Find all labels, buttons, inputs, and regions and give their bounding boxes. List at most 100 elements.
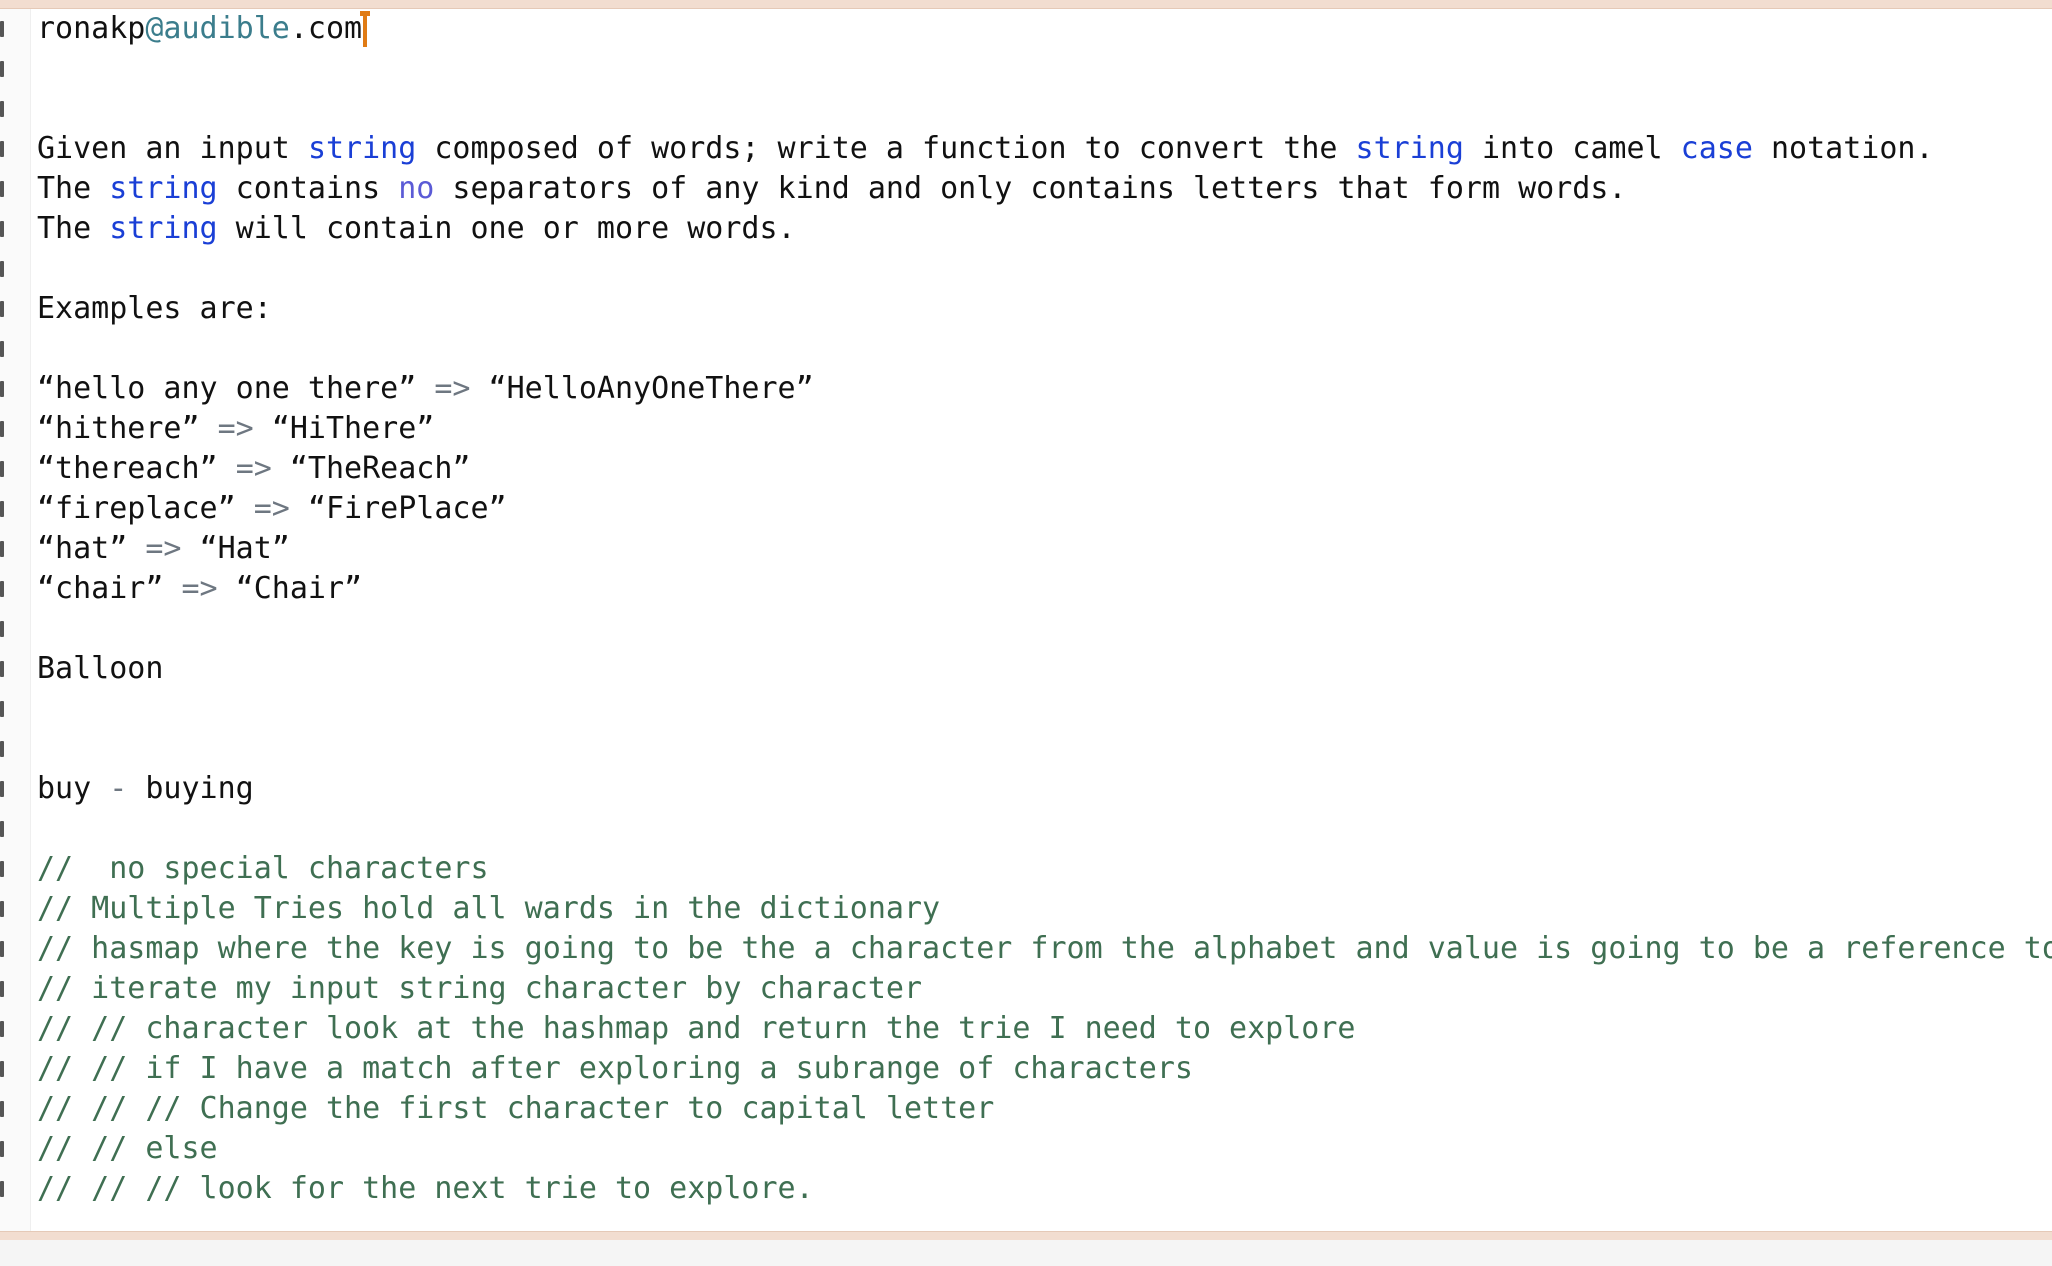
- editor-line-blank[interactable]: [37, 249, 2052, 289]
- gutter-tick: [0, 1101, 4, 1117]
- gutter-tick: [0, 741, 4, 757]
- comment-line[interactable]: // hasmap where the key is going to be t…: [37, 929, 2052, 969]
- editor-line-blank[interactable]: [37, 609, 2052, 649]
- comment-line[interactable]: // // if I have a match after exploring …: [37, 1049, 2052, 1089]
- buying-text: buying: [145, 771, 254, 806]
- text-segment: separators of any kind and only contains…: [434, 171, 1627, 206]
- text-cursor: [360, 10, 371, 47]
- example-input: “fireplace”: [37, 491, 236, 526]
- comment-line[interactable]: // no special characters: [37, 849, 2052, 889]
- example-output: “HiThere”: [271, 411, 435, 446]
- top-border: [0, 0, 2052, 9]
- arrow-operator: =>: [434, 371, 471, 406]
- editor-line-blank[interactable]: [37, 329, 2052, 369]
- gutter-tick: [0, 301, 4, 317]
- editor-line-blank[interactable]: [37, 689, 2052, 729]
- email-user: ronakp: [37, 11, 146, 46]
- editor-line[interactable]: ronakp@audible.com: [37, 9, 2052, 49]
- gutter-tick: [0, 421, 4, 437]
- editor-line-blank[interactable]: [37, 89, 2052, 129]
- gutter-tick: [0, 221, 4, 237]
- keyword: case: [1680, 131, 1753, 166]
- gutter-tick: [0, 261, 4, 277]
- code-area[interactable]: ronakp@audible.com Given an input string…: [37, 9, 2052, 1209]
- comment-line[interactable]: // iterate my input string character by …: [37, 969, 2052, 1009]
- gutter-tick: [0, 341, 4, 357]
- gutter-tick: [0, 1021, 4, 1037]
- text-segment: contains: [217, 171, 399, 206]
- example-input: “thereach”: [37, 451, 218, 486]
- balloon-text: Balloon: [37, 651, 164, 686]
- buy-text: buy: [37, 771, 92, 806]
- editor-line[interactable]: Balloon: [37, 649, 2052, 689]
- keyword: string: [109, 171, 218, 206]
- example-input: “hithere”: [37, 411, 200, 446]
- keyword: string: [307, 131, 417, 166]
- arrow-operator: =>: [253, 491, 290, 526]
- text-segment: will contain one or more words.: [217, 211, 796, 246]
- gutter-tick: [0, 541, 4, 557]
- example-line[interactable]: “chair” => “Chair”: [37, 569, 2052, 609]
- example-line[interactable]: “hello any one there” => “HelloAnyOneThe…: [37, 369, 2052, 409]
- example-output: “HelloAnyOneThere”: [488, 371, 814, 406]
- editor-line[interactable]: The string will contain one or more word…: [37, 209, 2052, 249]
- editor-line-blank[interactable]: [37, 729, 2052, 769]
- comment-line[interactable]: // // character look at the hashmap and …: [37, 1009, 2052, 1049]
- gutter-tick: [0, 61, 4, 77]
- example-input: “hello any one there”: [37, 371, 417, 406]
- text-segment: The: [37, 171, 110, 206]
- example-output: “Hat”: [199, 531, 290, 566]
- example-line[interactable]: “hithere” => “HiThere”: [37, 409, 2052, 449]
- editor-line-blank[interactable]: [37, 809, 2052, 849]
- gutter-tick: [0, 941, 4, 957]
- comment-line[interactable]: // // // Change the first character to c…: [37, 1089, 2052, 1129]
- arrow-operator: =>: [217, 411, 254, 446]
- email-tld: .com: [289, 11, 363, 46]
- arrow-operator: =>: [181, 571, 218, 606]
- gutter-tick: [0, 661, 4, 677]
- example-output: “FirePlace”: [307, 491, 507, 526]
- example-output: “TheReach”: [289, 451, 471, 486]
- status-strip: [0, 1240, 2052, 1266]
- editor-line-blank[interactable]: [37, 49, 2052, 89]
- gutter-tick: [0, 501, 4, 517]
- example-line[interactable]: “fireplace” => “FirePlace”: [37, 489, 2052, 529]
- bottom-border: [0, 1231, 2052, 1240]
- gutter-tick: [0, 1061, 4, 1077]
- example-line[interactable]: “hat” => “Hat”: [37, 529, 2052, 569]
- text-segment: The: [37, 211, 110, 246]
- gutter-tick: [0, 381, 4, 397]
- gutter-tick: [0, 861, 4, 877]
- gutter-tick: [0, 461, 4, 477]
- line-gutter: [0, 9, 31, 1231]
- editor-line[interactable]: Examples are:: [37, 289, 2052, 329]
- gutter-tick: [0, 781, 4, 797]
- keyword: string: [1355, 131, 1464, 166]
- example-output: “Chair”: [235, 571, 363, 606]
- text-segment: composed of words; write a function to c…: [416, 131, 1356, 166]
- gutter-tick: [0, 901, 4, 917]
- example-line[interactable]: “thereach” => “TheReach”: [37, 449, 2052, 489]
- comment-line[interactable]: // // // look for the next trie to explo…: [37, 1169, 2052, 1209]
- keyword: no: [398, 171, 435, 206]
- gutter-tick: [0, 101, 4, 117]
- gutter-tick: [0, 1141, 4, 1157]
- comment-line[interactable]: // Multiple Tries hold all wards in the …: [37, 889, 2052, 929]
- text-segment: into camel: [1463, 131, 1681, 166]
- examples-heading: Examples are:: [37, 291, 272, 326]
- comment-line[interactable]: // // else: [37, 1129, 2052, 1169]
- gutter-tick: [0, 621, 4, 637]
- email-domain: @audible: [145, 11, 290, 46]
- gutter-tick: [0, 821, 4, 837]
- gutter-tick: [0, 1181, 4, 1197]
- code-editor[interactable]: ronakp@audible.com Given an input string…: [0, 9, 2052, 1231]
- gutter-tick: [0, 701, 4, 717]
- gutter-tick: [0, 21, 4, 37]
- gutter-tick: [0, 181, 4, 197]
- arrow-operator: =>: [235, 451, 272, 486]
- editor-line[interactable]: The string contains no separators of any…: [37, 169, 2052, 209]
- editor-line[interactable]: buy - buying: [37, 769, 2052, 809]
- gutter-tick: [0, 141, 4, 157]
- editor-line[interactable]: Given an input string composed of words;…: [37, 129, 2052, 169]
- text-segment: Given an input: [37, 131, 308, 166]
